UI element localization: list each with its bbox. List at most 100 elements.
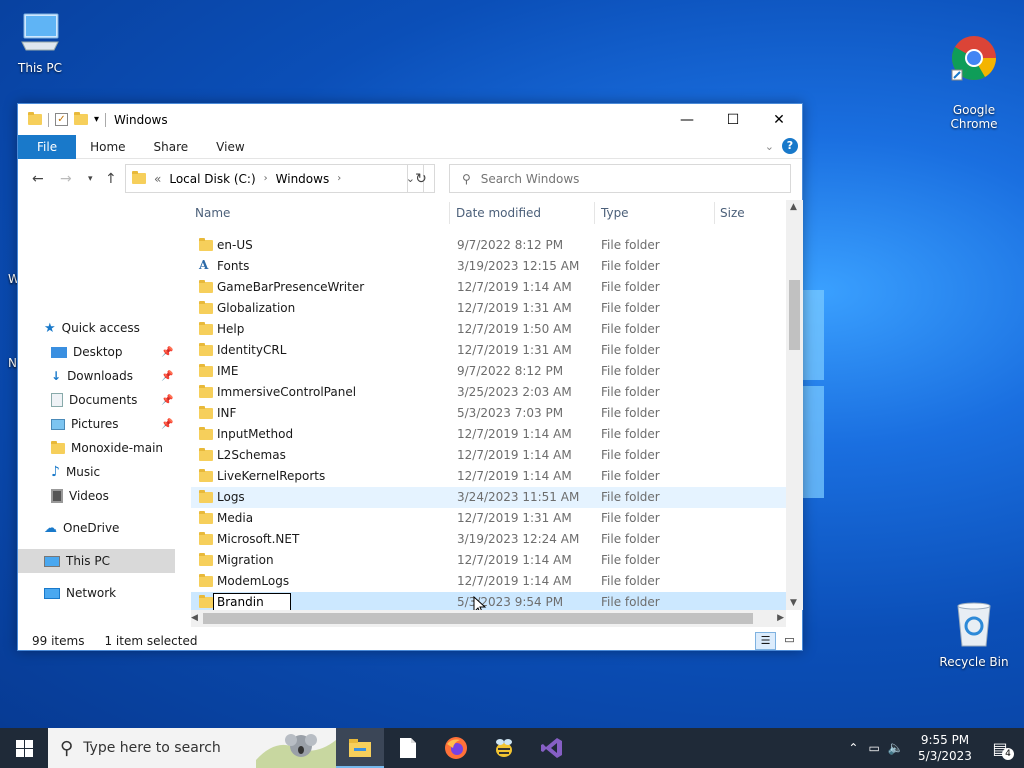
- row-date: 12/7/2019 1:50 AM: [457, 322, 572, 336]
- desktop-icon-this-pc[interactable]: This PC: [0, 10, 80, 75]
- taskbar-visual-studio[interactable]: [528, 728, 576, 768]
- pin-icon[interactable]: 📌: [161, 419, 173, 430]
- refresh-button[interactable]: ↻: [407, 164, 435, 193]
- close-button[interactable]: ✕: [756, 104, 802, 135]
- minimize-button[interactable]: —: [664, 104, 710, 135]
- tab-home[interactable]: Home: [76, 135, 139, 159]
- new-folder-icon[interactable]: [74, 112, 88, 125]
- up-arrow-icon[interactable]: ↑: [105, 171, 117, 187]
- column-divider[interactable]: [594, 202, 595, 224]
- search-input[interactable]: [480, 171, 761, 186]
- table-row[interactable]: IdentityCRL 12/7/2019 1:31 AM File folde…: [191, 340, 786, 361]
- rename-input[interactable]: Brandin: [213, 593, 291, 610]
- taskbar-clock[interactable]: 9:55 PM 5/3/2023: [914, 732, 976, 764]
- table-row[interactable]: Media 12/7/2019 1:31 AM File folder: [191, 508, 786, 529]
- breadcrumb-local-disk[interactable]: Local Disk (C:): [169, 172, 255, 186]
- details-view-icon[interactable]: ☰: [755, 632, 776, 650]
- address-bar[interactable]: « Local Disk (C:) › Windows › ⌄: [125, 164, 424, 193]
- table-row[interactable]: Help 12/7/2019 1:50 AM File folder: [191, 319, 786, 340]
- start-button[interactable]: [0, 728, 48, 768]
- table-row[interactable]: Logs 3/24/2023 11:51 AM File folder: [191, 487, 786, 508]
- pin-icon[interactable]: 📌: [161, 371, 173, 382]
- row-type: File folder: [601, 532, 660, 546]
- tab-view[interactable]: View: [202, 135, 258, 159]
- offscreen-icon-label: N: [8, 356, 17, 370]
- vertical-scrollbar[interactable]: ▲ ▼: [786, 200, 803, 610]
- horizontal-scrollbar[interactable]: ◀ ▶: [191, 610, 786, 627]
- table-row[interactable]: Migration 12/7/2019 1:14 AM File folder: [191, 550, 786, 571]
- scroll-thumb[interactable]: [789, 280, 800, 350]
- volume-icon[interactable]: 🔈: [888, 741, 904, 756]
- nav-item-downloads[interactable]: ↓ Downloads 📌: [51, 365, 201, 387]
- breadcrumb-windows[interactable]: Windows: [276, 172, 330, 186]
- taskbar-notepad[interactable]: [384, 728, 432, 768]
- table-row[interactable]: A Fonts 3/19/2023 12:15 AM File folder: [191, 256, 786, 277]
- column-divider[interactable]: [449, 202, 450, 224]
- table-row[interactable]: INF 5/3/2023 7:03 PM File folder: [191, 403, 786, 424]
- forward-arrow-icon[interactable]: →: [60, 171, 72, 187]
- recent-locations-icon[interactable]: ▾: [88, 174, 93, 184]
- table-row-selected[interactable]: Brandin 5/3/2023 9:54 PM File folder: [191, 592, 786, 610]
- table-row[interactable]: IME 9/7/2022 8:12 PM File folder: [191, 361, 786, 382]
- pin-icon[interactable]: 📌: [161, 347, 173, 358]
- help-icon[interactable]: ?: [782, 138, 798, 154]
- table-row[interactable]: GameBarPresenceWriter 12/7/2019 1:14 AM …: [191, 277, 786, 298]
- table-row[interactable]: Globalization 12/7/2019 1:31 AM File fol…: [191, 298, 786, 319]
- nav-item-desktop[interactable]: Desktop 📌: [51, 341, 201, 363]
- table-row[interactable]: ModemLogs 12/7/2019 1:14 AM File folder: [191, 571, 786, 592]
- desktop-icon-chrome[interactable]: Google Chrome: [934, 6, 1014, 145]
- table-row[interactable]: L2Schemas 12/7/2019 1:14 AM File folder: [191, 445, 786, 466]
- table-row[interactable]: en-US 9/7/2022 8:12 PM File folder: [191, 235, 786, 256]
- customize-toolbar-icon[interactable]: ▾: [94, 114, 99, 125]
- back-arrow-icon[interactable]: ←: [32, 171, 44, 187]
- nav-item-videos[interactable]: Videos: [51, 485, 109, 507]
- nav-item-network[interactable]: Network: [44, 582, 116, 604]
- nav-item-documents[interactable]: Documents 📌: [51, 389, 201, 411]
- tab-file[interactable]: File: [18, 134, 77, 159]
- large-icons-view-icon[interactable]: ▭: [779, 632, 800, 650]
- taskbar-firefox[interactable]: [432, 728, 480, 768]
- nav-item-quick-access[interactable]: ★ Quick access: [44, 317, 140, 339]
- nav-item-pictures[interactable]: Pictures 📌: [51, 413, 201, 435]
- scroll-right-icon[interactable]: ▶: [777, 613, 784, 623]
- scroll-thumb[interactable]: [203, 613, 753, 624]
- properties-icon[interactable]: ✓: [55, 113, 68, 126]
- close-icon: ✕: [773, 111, 785, 128]
- chevron-right-icon[interactable]: ›: [264, 173, 268, 184]
- column-header-name[interactable]: Name: [195, 200, 230, 226]
- scroll-left-icon[interactable]: ◀: [191, 613, 198, 623]
- table-row[interactable]: LiveKernelReports 12/7/2019 1:14 AM File…: [191, 466, 786, 487]
- clock-date: 5/3/2023: [918, 749, 972, 763]
- action-center-button[interactable]: ▤ 4: [976, 728, 1024, 768]
- taskbar-file-explorer[interactable]: [336, 728, 384, 768]
- nav-item-this-pc[interactable]: This PC: [44, 550, 110, 572]
- column-header-type[interactable]: Type: [601, 200, 629, 226]
- row-type: File folder: [601, 280, 660, 294]
- overflow-chevron[interactable]: «: [154, 172, 161, 186]
- column-header-size[interactable]: Size: [720, 200, 745, 226]
- desktop-icon-recycle-bin[interactable]: Recycle Bin: [934, 600, 1014, 669]
- row-date: 12/7/2019 1:14 AM: [457, 280, 572, 294]
- search-box[interactable]: ⚲: [449, 164, 791, 193]
- title-bar[interactable]: ✓ ▾ Windows — ☐ ✕: [18, 104, 802, 135]
- nav-item-onedrive[interactable]: ☁ OneDrive: [44, 517, 119, 539]
- nav-item-music[interactable]: ♪ Music: [51, 461, 100, 483]
- column-divider[interactable]: [714, 202, 715, 224]
- maximize-button[interactable]: ☐: [710, 104, 756, 135]
- expand-ribbon-icon[interactable]: ⌄: [765, 140, 774, 153]
- tab-share[interactable]: Share: [140, 135, 203, 159]
- pin-icon[interactable]: 📌: [161, 395, 173, 406]
- taskbar-search-box[interactable]: ⚲ Type here to search: [48, 728, 336, 768]
- chevron-right-icon[interactable]: ›: [337, 173, 341, 184]
- scroll-up-icon[interactable]: ▲: [790, 202, 797, 212]
- table-row[interactable]: InputMethod 12/7/2019 1:14 AM File folde…: [191, 424, 786, 445]
- nav-label: This PC: [66, 554, 110, 568]
- nav-item-monoxide-main[interactable]: Monoxide-main: [51, 437, 163, 459]
- taskbar-bee-app[interactable]: [480, 728, 528, 768]
- column-header-date[interactable]: Date modified: [456, 200, 541, 226]
- chevron-up-icon[interactable]: ⌃: [848, 741, 858, 755]
- table-row[interactable]: ImmersiveControlPanel 3/25/2023 2:03 AM …: [191, 382, 786, 403]
- scroll-down-icon[interactable]: ▼: [790, 598, 797, 608]
- network-status-icon[interactable]: ▭: [868, 741, 879, 755]
- table-row[interactable]: Microsoft.NET 3/19/2023 12:24 AM File fo…: [191, 529, 786, 550]
